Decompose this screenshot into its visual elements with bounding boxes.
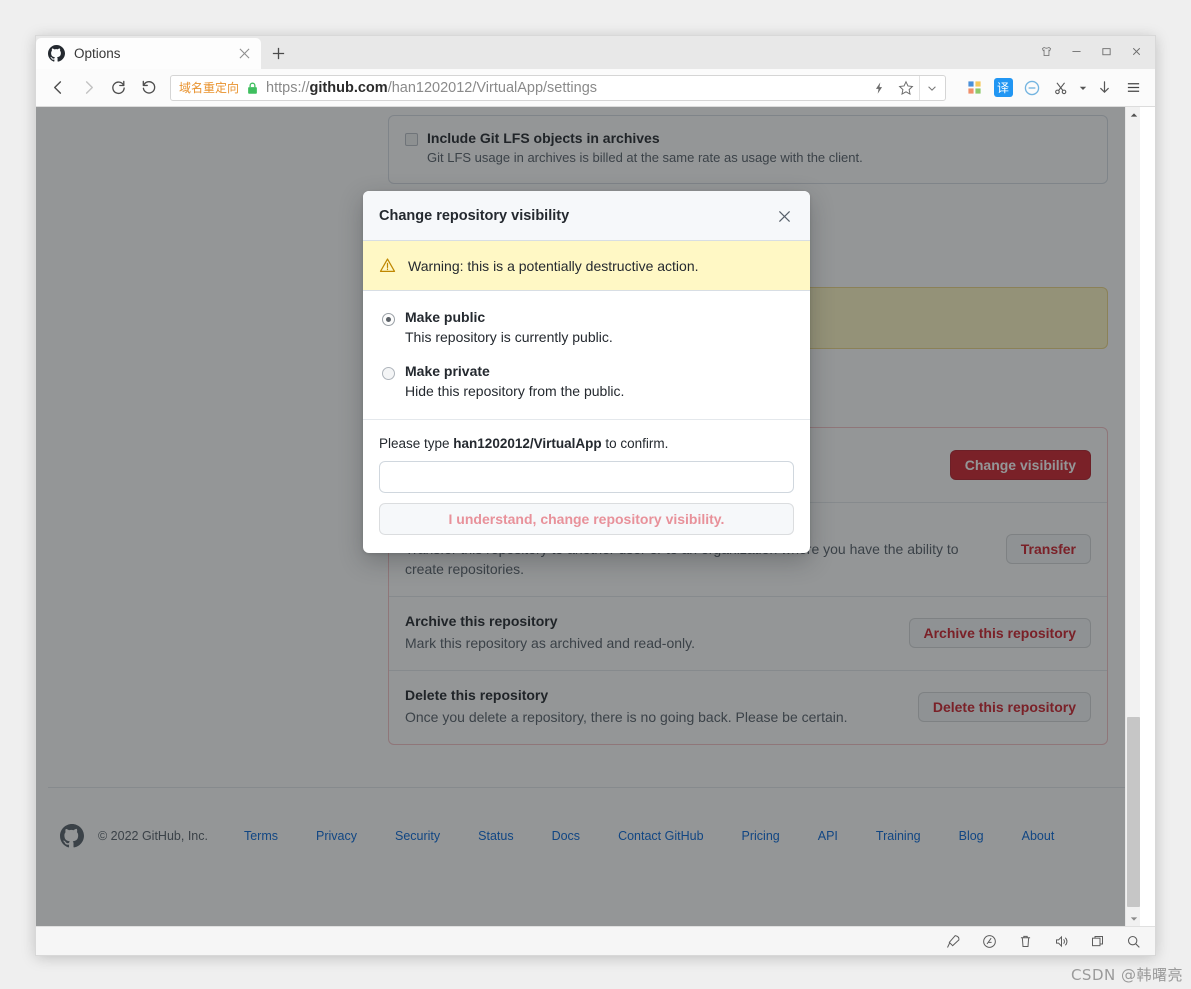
browser-toolbar: 域名重定向 https://github.com/han1202012/Virt… xyxy=(36,69,1155,107)
omnibox-actions xyxy=(865,75,943,100)
reload-icon[interactable] xyxy=(104,74,132,102)
warning-text: Warning: this is a potentially destructi… xyxy=(408,257,699,274)
option-label: Make public xyxy=(405,309,486,325)
paint-icon[interactable] xyxy=(977,930,1001,952)
confirm-section: Please type han1202012/VirtualApp to con… xyxy=(363,420,810,553)
change-visibility-dialog: Change repository visibility Warning: th… xyxy=(363,191,810,553)
lightning-icon[interactable] xyxy=(865,76,892,100)
confirm-prompt: Please type han1202012/VirtualApp to con… xyxy=(379,436,669,451)
option-description: Hide this repository from the public. xyxy=(405,383,625,399)
option-label: Make private xyxy=(405,363,490,379)
tab-title: Options xyxy=(74,46,121,61)
volume-icon[interactable] xyxy=(1049,930,1073,952)
undo-history-icon[interactable] xyxy=(134,74,162,102)
github-mark-icon xyxy=(48,45,65,62)
forward-arrow-icon xyxy=(74,74,102,102)
star-icon[interactable] xyxy=(892,76,919,100)
page-viewport: Include Git LFS objects in archives Git … xyxy=(36,107,1155,926)
window-icon[interactable] xyxy=(1085,930,1109,952)
csdn-watermark: CSDN @韩曙亮 xyxy=(1070,966,1183,984)
minimize-icon[interactable] xyxy=(1061,38,1091,64)
make-public-radio[interactable] xyxy=(382,313,395,326)
browser-tab-options[interactable]: Options xyxy=(36,38,261,69)
search-icon[interactable] xyxy=(1121,930,1145,952)
github-settings-page: Include Git LFS objects in archives Git … xyxy=(36,107,1140,926)
shirt-skin-icon[interactable] xyxy=(1031,38,1061,64)
confirm-repo-name-input[interactable] xyxy=(379,461,794,493)
dialog-warning-banner: Warning: this is a potentially destructi… xyxy=(363,241,810,291)
confirm-change-visibility-button[interactable]: I understand, change repository visibili… xyxy=(379,503,794,535)
scroll-down-arrow-icon[interactable] xyxy=(1126,911,1140,926)
address-bar[interactable]: 域名重定向 https://github.com/han1202012/Virt… xyxy=(170,74,946,101)
browser-status-bar xyxy=(36,926,1155,955)
adblock-icon[interactable] xyxy=(1018,74,1046,102)
make-private-radio[interactable] xyxy=(382,367,395,380)
scrollbar-thumb[interactable] xyxy=(1127,717,1140,907)
back-arrow-icon[interactable] xyxy=(44,74,72,102)
scroll-up-arrow-icon[interactable] xyxy=(1126,107,1140,122)
close-window-icon[interactable] xyxy=(1121,38,1151,64)
tab-strip: Options xyxy=(36,36,1155,69)
close-icon[interactable] xyxy=(774,206,794,226)
window-controls xyxy=(1031,38,1151,64)
translate-glyph: 译 xyxy=(993,78,1013,97)
visibility-options: Make public This repository is currently… xyxy=(363,291,810,420)
option-make-public[interactable]: Make public This repository is currently… xyxy=(379,309,794,345)
trash-icon[interactable] xyxy=(1013,930,1037,952)
menu-icon[interactable] xyxy=(1119,74,1147,102)
scissors-icon[interactable] xyxy=(1047,74,1075,102)
browser-window: Options 域名重定向 https://github.com/han1202… xyxy=(36,36,1155,955)
apps-grid-icon[interactable] xyxy=(960,74,988,102)
dialog-title: Change repository visibility xyxy=(379,208,570,224)
page-scrollbar[interactable] xyxy=(1125,107,1140,926)
option-make-private[interactable]: Make private Hide this repository from t… xyxy=(379,363,794,399)
redirect-badge: 域名重定向 xyxy=(179,81,240,95)
chevron-down-icon[interactable] xyxy=(919,75,943,100)
maximize-icon[interactable] xyxy=(1091,38,1121,64)
new-tab-button[interactable] xyxy=(261,38,295,69)
dialog-header: Change repository visibility xyxy=(363,191,810,241)
downloads-icon[interactable] xyxy=(1090,74,1118,102)
option-description: This repository is currently public. xyxy=(405,329,613,345)
url-text: https://github.com/han1202012/VirtualApp… xyxy=(266,79,598,96)
scissors-dropdown-icon[interactable] xyxy=(1076,74,1089,102)
pin-rocket-icon[interactable] xyxy=(941,930,965,952)
https-lock-icon[interactable] xyxy=(246,81,259,95)
desktop-background: Options 域名重定向 https://github.com/han1202… xyxy=(0,0,1191,989)
translate-icon[interactable]: 译 xyxy=(989,74,1017,102)
close-icon[interactable] xyxy=(235,45,253,63)
extension-buttons: 译 xyxy=(960,74,1147,102)
warning-triangle-icon xyxy=(379,257,396,274)
